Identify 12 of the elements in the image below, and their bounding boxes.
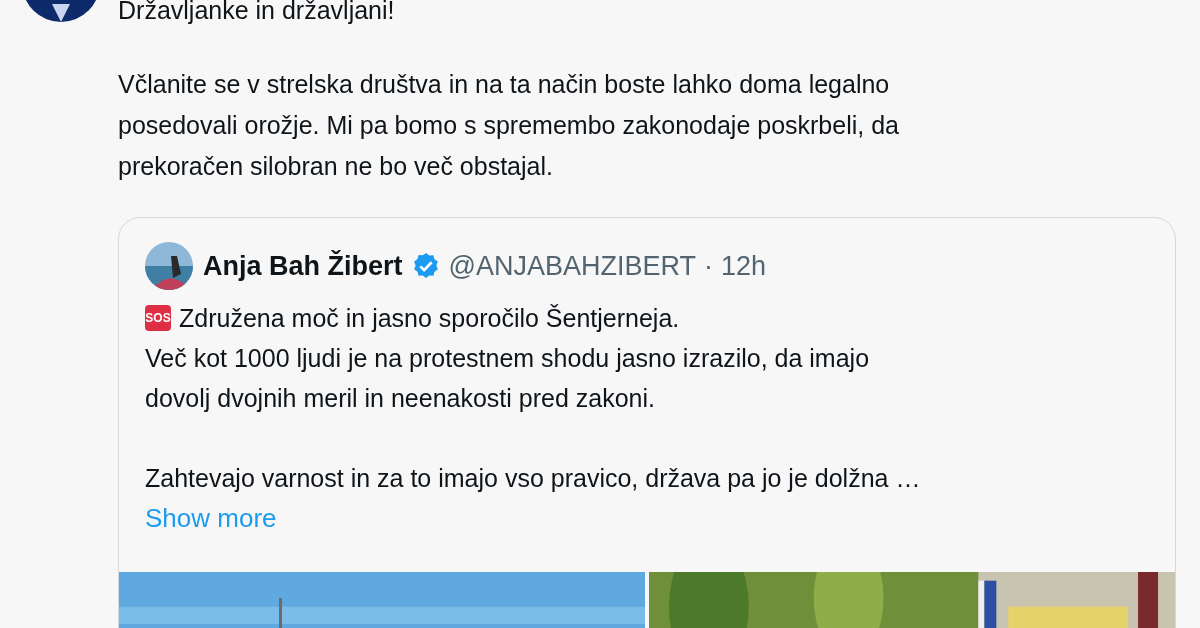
author-name[interactable]: Anja Bah Žibert xyxy=(203,245,403,287)
quoted-tweet-text: Zahtevajo varnost in za to imajo vso pravico, država pa jo je dolžna … xyxy=(145,463,922,494)
sos-emoji: SOS xyxy=(145,305,171,331)
tweet-text: Včlanite se v strelska društva in na ta način boste lahko doma legalno posedovali orožje. Mi pa bomo s spremembo zakonodaje poskrbeli, da prekoračen silobran ne bo več obstajal. xyxy=(118,69,900,182)
tweet-text: Državljanke in državljani! xyxy=(118,0,396,26)
author-handle[interactable]: @ANJABAHZIBERT xyxy=(448,245,696,287)
quoted-tweet-text: Združena moč in jasno sporočilo Šentjerneja. xyxy=(179,303,680,334)
quoted-tweet-text: Več kot 1000 ljudi je na protestnem shodu jasno izrazilo, da imajo dovolj dvojnih meril in neenakosti pred zakoni. xyxy=(145,343,871,414)
separator: · xyxy=(704,249,713,283)
avatar[interactable] xyxy=(145,242,193,290)
timestamp[interactable]: 12h xyxy=(721,245,767,287)
quoted-tweet-card[interactable] xyxy=(118,217,1176,628)
